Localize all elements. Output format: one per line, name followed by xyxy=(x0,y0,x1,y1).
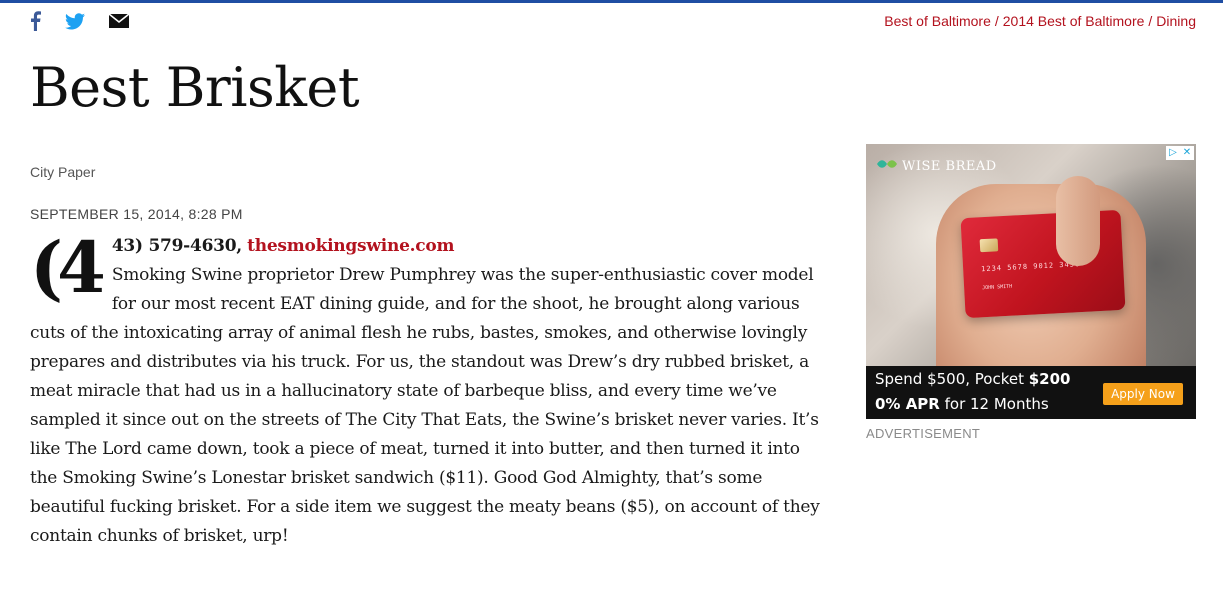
website-link[interactable]: thesmokingswine.com xyxy=(247,236,454,256)
breadcrumb-dining[interactable]: Dining xyxy=(1156,13,1196,29)
card-chip xyxy=(979,238,999,253)
leaf-logo-icon xyxy=(876,158,898,174)
social-share-bar xyxy=(30,10,153,32)
ad-offer-panel: Spend $500, Pocket $200 0% APR for 12 Mo… xyxy=(866,366,1196,419)
lead-phone: 43) 579-4630, xyxy=(111,236,242,256)
ad-choices: ▷ ✕ xyxy=(1166,146,1194,160)
apply-now-button[interactable]: Apply Now xyxy=(1103,383,1183,405)
breadcrumb-separator: / xyxy=(994,13,999,29)
ad-brand-name: WISE BREAD xyxy=(902,158,997,174)
card-holder-name: JOHN SMITH xyxy=(982,283,1013,292)
breadcrumb-best-of-baltimore[interactable]: Best of Baltimore xyxy=(884,13,991,29)
breadcrumb: Best of Baltimore/2014 Best of Baltimore… xyxy=(884,13,1196,29)
article-body: (4 43) 579-4630, thesmokingswine.com Smo… xyxy=(30,232,825,551)
adchoices-icon[interactable]: ▷ xyxy=(1166,146,1180,160)
close-icon[interactable]: ✕ xyxy=(1180,146,1194,160)
top-accent-bar xyxy=(0,0,1223,3)
author-byline: City Paper xyxy=(30,164,96,180)
breadcrumb-2014-best-of-baltimore[interactable]: 2014 Best of Baltimore xyxy=(1003,13,1145,29)
offer-line-2: 0% APR for 12 Months xyxy=(875,395,1049,413)
twitter-icon[interactable] xyxy=(65,12,85,30)
advertisement-label: ADVERTISEMENT xyxy=(866,426,981,441)
advertisement-banner[interactable]: 1234 5678 9012 3456 JOHN SMITH WISE BREA… xyxy=(866,144,1196,419)
credit-card-image: 1234 5678 9012 3456 JOHN SMITH xyxy=(960,209,1126,319)
facebook-icon[interactable] xyxy=(30,11,41,31)
page-title: Best Brisket xyxy=(30,56,360,119)
ad-brand: WISE BREAD xyxy=(876,158,997,174)
breadcrumb-separator: / xyxy=(1148,13,1153,29)
article-text: Smoking Swine proprietor Drew Pumphrey w… xyxy=(30,265,820,546)
offer-line-1: Spend $500, Pocket $200 xyxy=(875,370,1071,388)
drop-cap: (4 xyxy=(30,226,106,309)
thumb-image xyxy=(1056,176,1100,266)
envelope-icon[interactable] xyxy=(109,14,129,28)
publish-date: SEPTEMBER 15, 2014, 8:28 PM xyxy=(30,206,243,222)
